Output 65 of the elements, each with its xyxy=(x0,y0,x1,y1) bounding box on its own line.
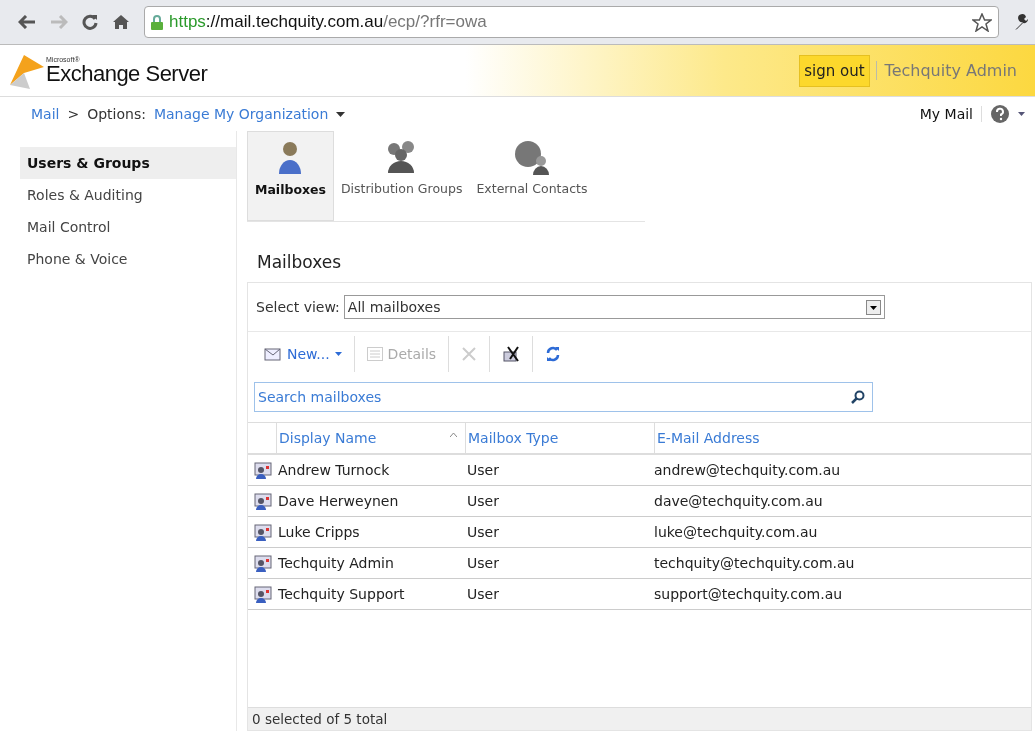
caret-icon[interactable] xyxy=(336,111,346,117)
table-cell-text: Andrew Turnock xyxy=(278,462,391,478)
mail-link[interactable]: Mail xyxy=(31,106,60,122)
table-cell: techquity@techquity.com.au xyxy=(654,555,855,571)
tab[interactable]: Mailboxes xyxy=(247,131,334,221)
list-icon xyxy=(366,347,383,361)
new-button[interactable]: New... xyxy=(258,344,348,364)
table-cell-text: User xyxy=(467,493,500,509)
sidebar-item[interactable]: Mail Control xyxy=(20,211,236,243)
lock-icon xyxy=(151,14,163,30)
delete-icon xyxy=(461,346,478,362)
table-cell-text: User xyxy=(467,462,500,478)
column-header[interactable]: Mailbox Type xyxy=(466,423,655,453)
scope-link[interactable]: Manage My Organization xyxy=(153,106,329,122)
search-field[interactable]: Search mailboxes xyxy=(254,382,873,412)
table-cell: dave@techquity.com.au xyxy=(654,493,823,509)
caret-icon[interactable] xyxy=(1018,112,1025,116)
home-icon[interactable] xyxy=(112,14,130,30)
panel-title: Mailboxes xyxy=(256,251,343,274)
table-cell-text: User xyxy=(467,586,500,602)
refresh-icon xyxy=(545,345,562,363)
sign-out-button[interactable]: sign out xyxy=(799,54,870,87)
table-cell: luke@techquity.com.au xyxy=(654,524,818,540)
mailbox-user-icon xyxy=(254,523,272,541)
options-label: Options: xyxy=(87,106,146,122)
search-icon[interactable] xyxy=(851,390,865,404)
breadcrumb-separator: > xyxy=(67,106,80,122)
table-cell: andrew@techquity.com.au xyxy=(654,462,841,478)
sidebar-item[interactable]: Phone & Voice xyxy=(20,243,236,275)
sidebar-item[interactable]: Users & Groups xyxy=(20,147,236,179)
table-cell-text: Techquity Support xyxy=(278,586,406,602)
status-bar: 0 selected of 5 total xyxy=(248,707,1031,730)
envelope-icon xyxy=(264,347,282,361)
column-header[interactable]: E-Mail Address xyxy=(655,423,1031,453)
reload-icon[interactable] xyxy=(82,14,98,30)
table-cell-text: Luke Cripps xyxy=(278,524,361,540)
mailbox-user-icon xyxy=(254,585,272,603)
back-icon[interactable] xyxy=(18,15,36,29)
table-cell: support@techquity.com.au xyxy=(654,586,843,602)
table-cell-text: User xyxy=(467,524,500,540)
url-path: /ecp/?rfr=owa xyxy=(383,12,487,32)
globe-person-icon xyxy=(512,139,551,175)
mailbox-user-icon xyxy=(254,461,272,479)
column-header[interactable]: Display Name xyxy=(277,423,466,453)
my-mail-link[interactable]: My Mail xyxy=(919,106,982,122)
mailbox-user-icon xyxy=(254,554,272,572)
table-cell-text: Techquity Admin xyxy=(278,555,395,571)
url-host: ://mail.techquity.com.au xyxy=(205,12,384,32)
star-icon[interactable] xyxy=(972,12,992,32)
help-icon[interactable] xyxy=(990,104,1010,124)
sidebar-item[interactable]: Roles & Auditing xyxy=(20,179,236,211)
mailbox-user-icon xyxy=(254,492,272,510)
address-bar[interactable]: https://mail.techquity.com.au/ecp/?rfr=owa xyxy=(144,6,999,38)
table-cell-text: User xyxy=(467,555,500,571)
crossed-mailbox-icon xyxy=(502,345,521,363)
logo-text: Exchange Server xyxy=(46,63,208,85)
user-name: Techquity Admin xyxy=(875,61,1017,80)
table-cell-text: Dave Herweynen xyxy=(278,493,400,509)
select-view-label: Select view: xyxy=(256,299,340,315)
tab[interactable]: External Contacts xyxy=(469,131,595,221)
person-icon xyxy=(277,140,304,176)
view-dropdown[interactable]: All mailboxes xyxy=(343,295,885,319)
url-scheme: https xyxy=(169,12,206,32)
caret-icon xyxy=(334,352,342,356)
tab[interactable]: Distribution Groups xyxy=(333,131,470,221)
